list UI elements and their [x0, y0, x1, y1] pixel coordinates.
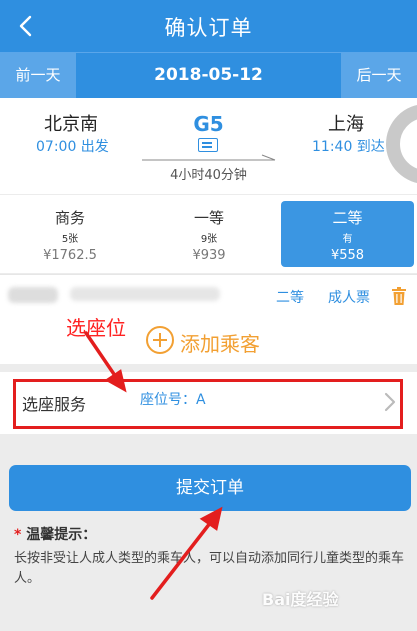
train-info-card: 北京南 07:00 出发 G5 4小时40分钟 上海 11:40 到达	[0, 98, 417, 194]
date-navigation: 前一天 2018-05-12 后一天	[0, 52, 417, 98]
passenger-ticket-type[interactable]: 成人票	[328, 287, 370, 307]
top-bar: 确认订单	[0, 0, 417, 52]
seat-option-second-selected[interactable]: 二等 有 ¥558	[281, 201, 414, 267]
add-circle-icon[interactable]	[146, 326, 174, 354]
seat-price: ¥558	[330, 248, 365, 263]
seat-class-label: 二等	[332, 209, 363, 227]
seat-class-label: 商务	[54, 209, 85, 227]
seat-service-row[interactable]: 选座服务 座位号：A	[0, 372, 417, 434]
passenger-row[interactable]: 二等 成人票	[0, 274, 417, 316]
watermark-logo: Bai度经验	[262, 590, 339, 609]
tips-title: * 温馨提示：	[14, 527, 97, 543]
tips-title-text: 温馨提示：	[26, 527, 97, 543]
submit-order-button[interactable]: 提交订单	[9, 465, 411, 511]
departure-time: 07:00 出发	[36, 139, 109, 155]
prev-day-button[interactable]: 前一天	[0, 53, 76, 98]
trip-duration: 4小时40分钟	[170, 168, 247, 183]
seat-count: 有	[342, 234, 353, 245]
timetable-icon[interactable]	[198, 138, 218, 152]
add-passenger-row: 添加乘客	[0, 316, 417, 364]
seat-number-value[interactable]: 座位号：A	[140, 389, 206, 409]
add-passenger-button[interactable]: 添加乘客	[180, 328, 260, 357]
page-title: 确认订单	[164, 16, 253, 40]
seat-service-label: 选座服务	[22, 395, 87, 414]
travel-date[interactable]: 2018-05-12	[76, 53, 341, 98]
arrival-time: 11:40 到达	[312, 139, 385, 155]
chevron-right-icon[interactable]	[384, 392, 396, 412]
route-arrow-icon	[142, 154, 276, 161]
seat-price: ¥939	[192, 248, 226, 263]
annotation-choose-seat: 选座位	[66, 316, 126, 340]
next-day-button[interactable]: 后一天	[341, 53, 417, 98]
seat-count: 5张	[61, 234, 79, 245]
seat-option-business[interactable]: 商务 5张 ¥1762.5	[2, 201, 138, 267]
seat-class-selector: 商务 5张 ¥1762.5 一等 9张 ¥939 二等 有 ¥558	[0, 195, 417, 273]
seat-count: 9张	[200, 234, 218, 245]
seat-option-first[interactable]: 一等 9张 ¥939	[141, 201, 277, 267]
arrival-station: 上海	[328, 114, 364, 135]
tips-section: * 温馨提示： 长按非受让人成人类型的乘车人，可以自动添加同行儿童类型的乘车人。	[14, 524, 410, 589]
passenger-id-redacted	[70, 287, 220, 301]
seat-class-label: 一等	[193, 209, 224, 227]
delete-passenger-icon[interactable]	[392, 287, 406, 305]
tips-body: 长按非受让人成人类型的乘车人，可以自动添加同行儿童类型的乘车人。	[14, 551, 405, 586]
passenger-name-redacted	[8, 287, 58, 303]
passenger-seat-class[interactable]: 二等	[276, 287, 304, 307]
seat-price: ¥1762.5	[43, 248, 97, 263]
